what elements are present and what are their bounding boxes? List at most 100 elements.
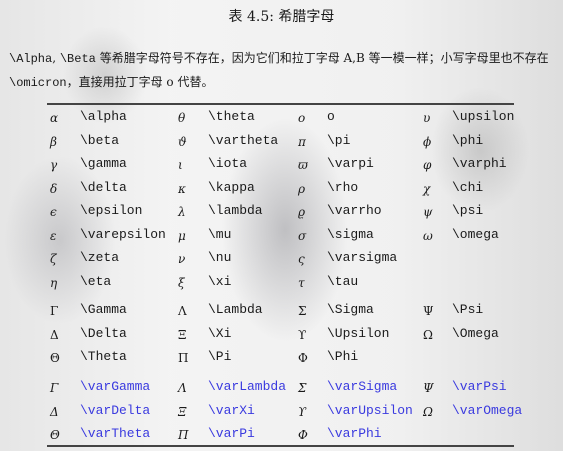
- latex-command: \beta: [80, 132, 120, 148]
- table-top-rule: [47, 103, 514, 105]
- greek-symbol: Φ: [298, 351, 308, 365]
- greek-symbol: o: [298, 111, 306, 125]
- latex-command: \xi: [208, 273, 232, 289]
- latex-command: \varPsi: [452, 379, 507, 394]
- latex-command: \delta: [80, 179, 127, 195]
- greek-symbol: γ: [50, 158, 58, 172]
- greek-symbol: ϒ: [298, 404, 307, 419]
- table-bottom-rule: [47, 445, 514, 447]
- latex-command: \eta: [80, 273, 112, 289]
- latex-command: \sigma: [327, 226, 374, 242]
- greek-symbol: β: [50, 134, 57, 149]
- greek-symbol: Σ: [298, 304, 307, 318]
- latex-command: \varLambda: [208, 379, 287, 394]
- latex-command: \alpha: [80, 109, 127, 124]
- latex-command: \chi: [452, 179, 484, 195]
- greek-symbol: ξ: [178, 275, 185, 290]
- beta-command: \Beta: [59, 52, 96, 66]
- latex-command: \varOmega: [452, 402, 523, 418]
- greek-symbol: Π: [178, 428, 189, 442]
- latex-command: \Omega: [452, 325, 499, 341]
- latex-command: \varpi: [327, 156, 374, 171]
- latex-command: \Pi: [208, 349, 232, 364]
- latex-command: \psi: [452, 203, 484, 218]
- latex-command: \epsilon: [80, 203, 143, 218]
- latex-command: \omega: [452, 226, 499, 242]
- greek-symbol: ψ: [423, 205, 433, 219]
- greek-symbol: Ξ: [178, 404, 187, 419]
- omicron-command: \omicron: [9, 76, 67, 90]
- greek-symbol: Θ: [50, 428, 60, 442]
- greek-symbol: Ω: [423, 327, 433, 342]
- latex-command: \Psi: [452, 302, 484, 317]
- greek-symbol: Λ: [178, 381, 187, 395]
- greek-symbol: Σ: [298, 381, 307, 395]
- latex-command: \Phi: [327, 349, 359, 364]
- latex-command: \Upsilon: [327, 325, 390, 341]
- greek-symbol: Ω: [423, 404, 433, 419]
- latex-command: \Sigma: [327, 302, 374, 317]
- latex-command: \theta: [208, 109, 255, 124]
- greek-symbol: μ: [178, 228, 186, 243]
- greek-symbol: σ: [298, 228, 307, 243]
- greek-symbol: Λ: [178, 304, 187, 318]
- greek-symbol: Γ: [50, 381, 59, 395]
- latex-command: \varGamma: [80, 379, 151, 394]
- greek-symbol: λ: [178, 205, 186, 219]
- latex-command: \Delta: [80, 325, 127, 341]
- latex-command: \lambda: [208, 203, 263, 218]
- greek-symbol: τ: [298, 275, 305, 290]
- greek-symbol: ϒ: [298, 327, 307, 342]
- latex-command: \vartheta: [208, 132, 279, 148]
- latex-command: \varSigma: [327, 379, 398, 394]
- greek-symbol: χ: [423, 181, 431, 196]
- latex-command: \tau: [327, 273, 359, 289]
- greek-symbol: Δ: [50, 404, 59, 419]
- greek-symbol: ρ: [298, 181, 306, 196]
- greek-symbol: ζ: [50, 252, 57, 266]
- latex-command: \Xi: [208, 325, 232, 341]
- latex-command: o: [327, 109, 335, 124]
- latex-command: \kappa: [208, 179, 255, 195]
- latex-command: \iota: [208, 156, 248, 171]
- greek-symbol: υ: [423, 111, 431, 125]
- greek-symbol: Φ: [298, 428, 308, 442]
- latex-command: \varDelta: [80, 402, 151, 418]
- greek-symbol: α: [50, 111, 59, 125]
- greek-symbol: Ξ: [178, 327, 187, 342]
- latex-command: \varPhi: [327, 426, 382, 441]
- intro-paragraph: \Alpha, \Beta 等希腊字母符号不存在，因为它们和拉丁字母 A,B 等…: [9, 47, 561, 95]
- separator: ,: [52, 51, 60, 65]
- latex-command: \Gamma: [80, 302, 127, 317]
- latex-command: \zeta: [80, 250, 120, 265]
- greek-symbol: ϕ: [423, 134, 432, 149]
- greek-symbol: ϖ: [298, 158, 308, 172]
- greek-symbol: π: [298, 134, 306, 149]
- greek-symbol: ϱ: [298, 205, 306, 219]
- latex-command: \Lambda: [208, 302, 263, 317]
- greek-symbol: ι: [178, 158, 183, 172]
- greek-symbol: ς: [298, 252, 305, 266]
- greek-symbol: θ: [178, 111, 186, 125]
- paragraph-text-2: ，直接用拉丁字母 o 代替。: [66, 75, 214, 89]
- latex-command: \varXi: [208, 402, 255, 418]
- greek-symbol: Π: [178, 351, 189, 365]
- latex-command: \varTheta: [80, 426, 151, 441]
- greek-symbol: κ: [178, 181, 186, 196]
- greek-symbol: ϑ: [178, 134, 187, 149]
- table-caption: 表 4.5: 希腊字母: [228, 9, 335, 25]
- latex-command: \varPi: [208, 426, 255, 441]
- latex-command: \phi: [452, 132, 484, 148]
- paragraph-text-1: 等希腊字母符号不存在，因为它们和拉丁字母 A,B 等一模一样；小写字母里也不存在: [95, 51, 549, 65]
- alpha-command: \Alpha: [9, 52, 53, 66]
- greek-symbol: ϵ: [50, 205, 57, 219]
- greek-symbol: Ψ: [423, 304, 434, 318]
- latex-command: \mu: [208, 226, 232, 242]
- greek-symbol: Ψ: [423, 381, 434, 395]
- greek-symbol: φ: [423, 158, 432, 172]
- latex-command: \Theta: [80, 349, 127, 364]
- greek-symbol: δ: [50, 181, 58, 196]
- latex-command: \varsigma: [327, 250, 398, 265]
- latex-command: \varrho: [327, 203, 382, 218]
- latex-command: \upsilon: [452, 109, 515, 124]
